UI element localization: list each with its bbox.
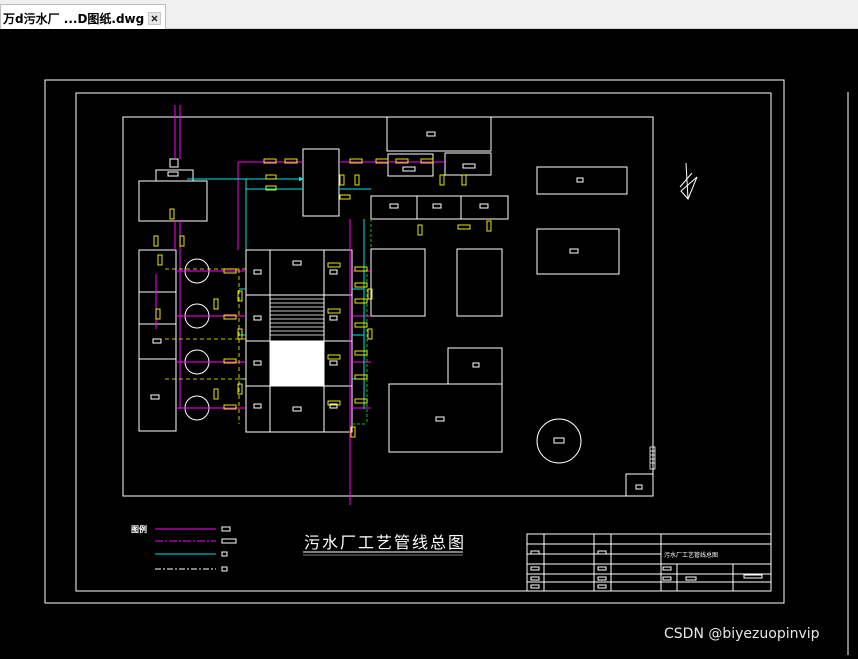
- legend-heading: 图例: [131, 524, 147, 534]
- top-buildings: [302, 116, 509, 220]
- pipe-magenta: [155, 105, 445, 505]
- document-tab[interactable]: 万d污水厂 ...D图纸.dwg: [0, 4, 166, 29]
- left-process-units: [138, 158, 210, 432]
- legend: 图例: [131, 524, 237, 572]
- document-tab-bar: 万d污水厂 ...D图纸.dwg: [0, 0, 858, 29]
- right-buildings: [370, 166, 654, 497]
- pipe-tags: [153, 158, 492, 438]
- document-tab-label: 万d污水厂 ...D图纸.dwg: [3, 12, 145, 26]
- watermark: CSDN @biyezuopinvip: [664, 626, 820, 642]
- north-arrow-icon: [679, 162, 698, 200]
- clarifier-hatch: [270, 298, 324, 336]
- drawing-canvas[interactable]: 污水厂工艺管线总图 图例 污水厂工艺管线总图: [0, 29, 858, 655]
- pipe-green: [352, 219, 372, 425]
- drawing-title: 污水厂工艺管线总图: [304, 533, 466, 552]
- title-block-drawing-name: 污水厂工艺管线总图: [664, 551, 718, 559]
- close-icon[interactable]: [148, 12, 161, 25]
- title-block: [526, 533, 772, 592]
- cad-drawing: 污水厂工艺管线总图 图例 污水厂工艺管线总图: [44, 79, 849, 655]
- sheet-outer-frame: [44, 79, 785, 604]
- pipe-yellow-dashed: [165, 268, 246, 424]
